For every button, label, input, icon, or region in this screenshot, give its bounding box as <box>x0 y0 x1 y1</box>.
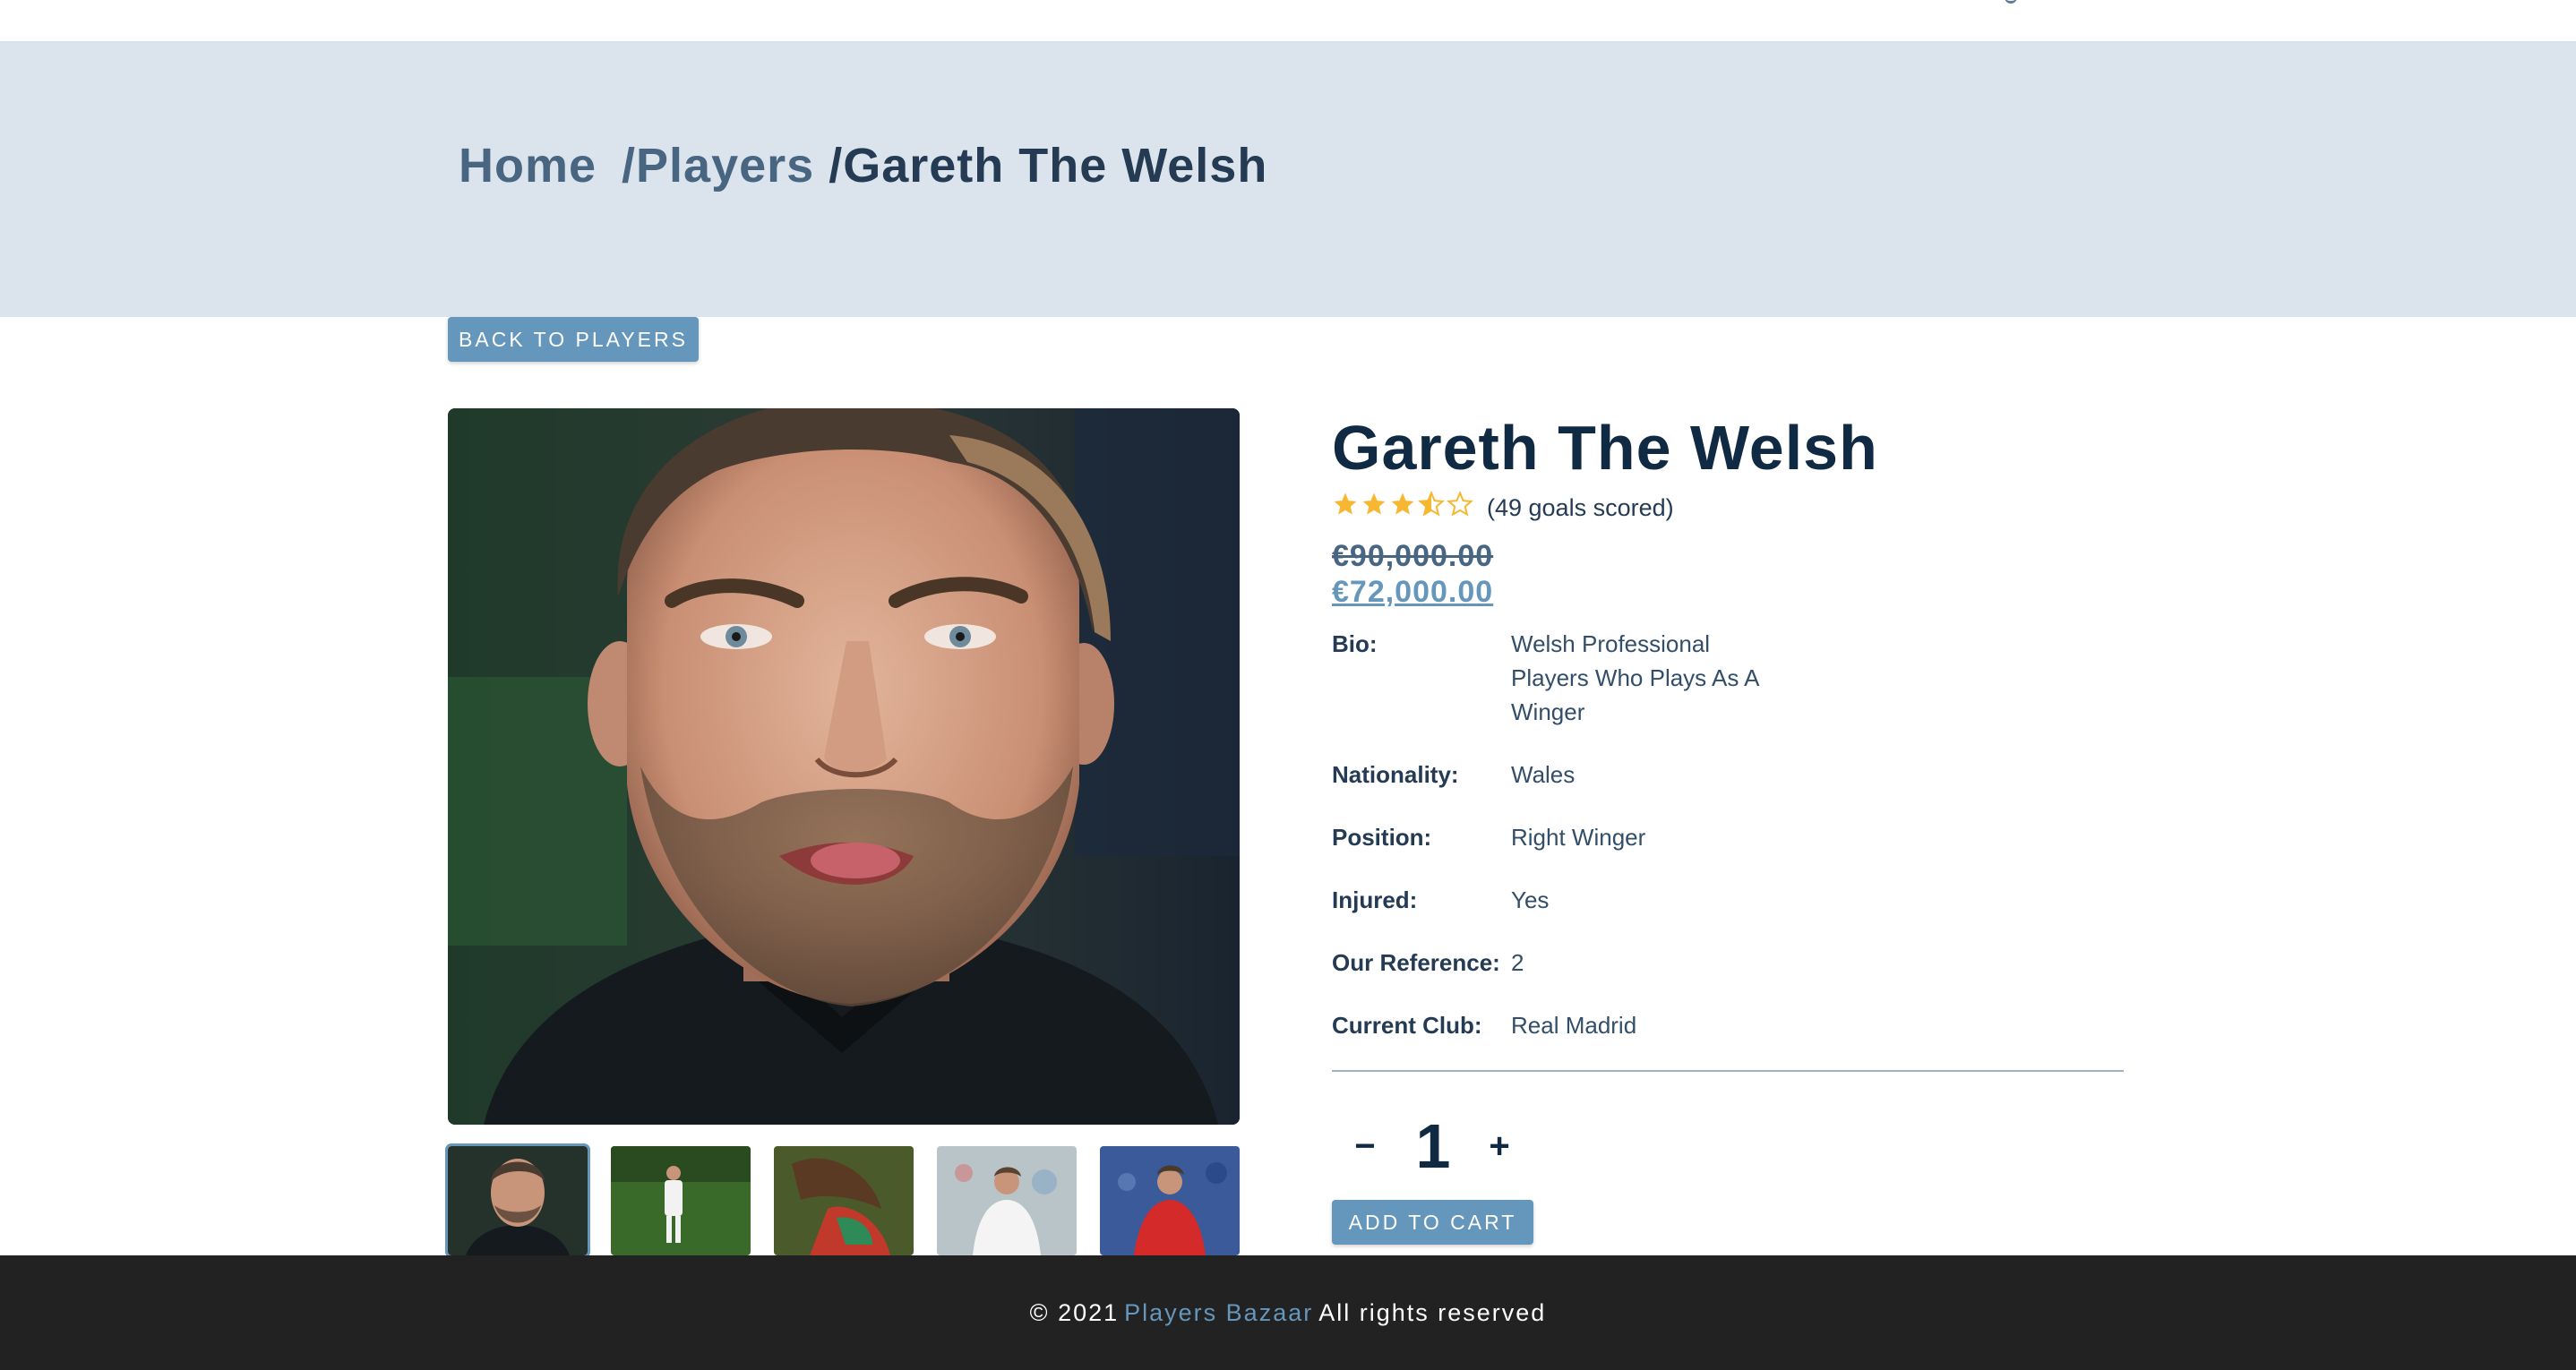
star-full-icon <box>1361 491 1387 518</box>
info-label: Position: <box>1332 824 1432 851</box>
star-rating <box>1332 490 1473 518</box>
info-label: Current Club: <box>1332 1012 1482 1039</box>
info-label: Injured: <box>1332 886 1418 913</box>
goals-scored-text: (49 goals scored) <box>1487 494 1674 521</box>
info-label: Bio: <box>1332 630 1378 657</box>
quantity-decrease-button[interactable]: − <box>1347 1121 1383 1171</box>
sale-price: €72,000.00 <box>1332 575 1494 609</box>
breadcrumb-hero: Home/Players/Gareth The Welsh <box>0 43 2576 317</box>
info-value: Yes <box>1511 886 1550 913</box>
quantity-value: 1 <box>1415 1111 1451 1181</box>
breadcrumb-players-link[interactable]: /Players <box>622 139 814 193</box>
thumbnail-2[interactable] <box>611 1146 751 1255</box>
footer: © 2021 Players Bazaar All rights reserve… <box>0 1255 2576 1370</box>
info-row-injured: Injured: Yes <box>1332 883 1780 917</box>
player-main-image <box>448 408 1240 1125</box>
logo-icon[interactable] <box>435 0 500 21</box>
info-value: 2 <box>1511 949 1524 976</box>
thumbnail-3[interactable] <box>774 1146 914 1255</box>
info-row-bio: Bio: Welsh Professional Players Who Play… <box>1332 627 1780 729</box>
thumbnail-4[interactable] <box>937 1146 1077 1255</box>
info-value: Real Madrid <box>1511 1012 1637 1039</box>
player-name-title: Gareth The Welsh <box>1332 413 1878 483</box>
old-price: €90,000.00 <box>1332 539 1494 573</box>
info-row-current-club: Current Club: Real Madrid <box>1332 1008 1780 1042</box>
add-to-cart-button[interactable]: ADD TO CART <box>1332 1200 1533 1245</box>
nav-link-cropped[interactable] <box>2005 0 2017 4</box>
breadcrumb-current: /Gareth The Welsh <box>829 139 1268 193</box>
quantity-increase-button[interactable]: + <box>1481 1121 1517 1171</box>
info-row-reference: Our Reference: 2 <box>1332 946 1780 980</box>
star-full-icon <box>1332 491 1359 518</box>
info-label: Nationality: <box>1332 761 1459 788</box>
info-row-position: Position: Right Winger <box>1332 820 1780 854</box>
footer-brand-link[interactable]: Players Bazaar <box>1124 1299 1313 1327</box>
footer-rights-text: All rights reserved <box>1318 1298 1547 1326</box>
thumbnail-5[interactable] <box>1100 1146 1240 1255</box>
back-to-players-button[interactable]: BACK TO PLAYERS <box>448 317 699 362</box>
star-half-icon <box>1418 490 1445 518</box>
info-row-nationality: Nationality: Wales <box>1332 758 1780 792</box>
info-value: Right Winger <box>1511 824 1646 851</box>
info-value: Welsh Professional Players Who Plays As … <box>1511 630 1759 725</box>
divider <box>1332 1070 2124 1072</box>
info-label: Our Reference: <box>1332 949 1500 976</box>
top-navbar <box>0 0 2576 43</box>
breadcrumb: Home/Players/Gareth The Welsh <box>459 141 1267 190</box>
thumbnail-1[interactable] <box>445 1143 590 1258</box>
breadcrumb-home-link[interactable]: Home <box>459 139 597 193</box>
footer-copyright: © 2021 <box>1029 1298 1120 1326</box>
star-empty-icon <box>1447 490 1473 518</box>
info-value: Wales <box>1511 761 1576 788</box>
star-full-icon <box>1389 491 1416 518</box>
